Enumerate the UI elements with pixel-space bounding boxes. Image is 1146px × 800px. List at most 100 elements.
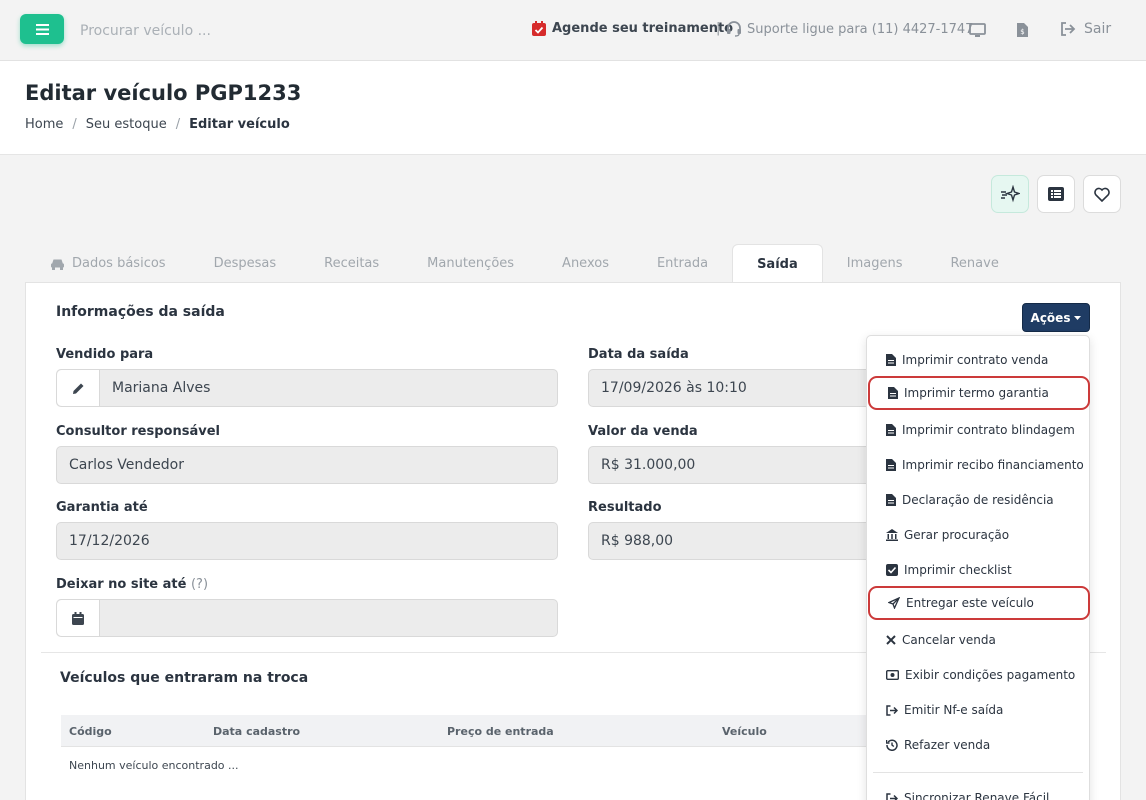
deixar-site-label: Deixar no site até (?): [56, 577, 208, 592]
menu-item-imprimir-recibo-financiamento[interactable]: Imprimir recibo financiamento: [868, 448, 1090, 482]
menu-item-imprimir-termo-garantia[interactable]: Imprimir termo garantia: [868, 376, 1090, 410]
tab-receitas[interactable]: Receitas: [300, 244, 403, 283]
trade-table-header: Código Data cadastro Preço de entrada Ve…: [61, 715, 881, 747]
tab-label: Dados básicos: [72, 256, 166, 271]
consultor-value: Carlos Vendedor: [69, 457, 184, 473]
acoes-label: Ações: [1030, 310, 1071, 325]
consultor-field[interactable]: Carlos Vendedor: [56, 446, 558, 484]
invoice-button[interactable]: $: [1013, 21, 1031, 39]
file-icon: [886, 424, 896, 436]
menu-item-label: Refazer venda: [904, 738, 991, 752]
page-title: Editar veículo PGP1233: [25, 81, 302, 105]
data-saida-field[interactable]: 17/09/2026 às 10:10: [588, 369, 888, 407]
menu-item-imprimir-checklist[interactable]: Imprimir checklist: [868, 553, 1090, 587]
menu-item-imprimir-contrato-blindagem[interactable]: Imprimir contrato blindagem: [868, 413, 1090, 447]
acoes-button[interactable]: Ações: [1022, 303, 1090, 332]
svg-text:$: $: [1020, 28, 1024, 36]
edit-buyer-button[interactable]: [57, 370, 100, 406]
tab-label: Anexos: [562, 256, 609, 271]
menu-item-entregar-veiculo[interactable]: Entregar este veículo: [868, 586, 1090, 620]
car-icon: [51, 259, 64, 270]
tab-dados-basicos[interactable]: Dados básicos: [26, 244, 190, 283]
menu-item-sincronizar-renave[interactable]: Sincronizar Renave Fácil: [868, 781, 1090, 800]
resultado-label: Resultado: [588, 500, 662, 515]
vendido-para-value: Mariana Alves: [112, 380, 211, 396]
valor-venda-label: Valor da venda: [588, 424, 698, 439]
menu-item-label: Emitir Nf-e saída: [904, 703, 1004, 717]
tab-label: Entrada: [656, 256, 709, 271]
tab-entrada[interactable]: Entrada: [633, 244, 732, 283]
menu-toggle-button[interactable]: [20, 14, 64, 44]
monitor-icon: [968, 22, 986, 37]
column-header-codigo[interactable]: Código: [69, 725, 112, 738]
schedule-training-link[interactable]: Agende seu treinamento: [532, 21, 733, 36]
paper-plane-icon: [888, 597, 900, 609]
sign-out-icon: [1061, 22, 1076, 36]
calendar-picker-button[interactable]: [57, 600, 100, 636]
caret-down-icon: [1074, 315, 1082, 320]
breadcrumb-separator: /: [175, 117, 181, 132]
calendar-icon: [72, 611, 84, 625]
tab-despesas[interactable]: Despesas: [190, 244, 301, 283]
logout-button[interactable]: Sair: [1060, 21, 1111, 37]
vehicle-search-input[interactable]: [80, 18, 340, 44]
column-header-veiculo[interactable]: Veículo: [722, 725, 767, 738]
file-icon: [886, 354, 896, 366]
garantia-field[interactable]: 17/12/2026: [56, 522, 558, 560]
menu-divider: [873, 772, 1083, 773]
tab-label: Manutenções: [427, 256, 515, 271]
headset-icon: [727, 21, 741, 37]
column-header-data-cadastro[interactable]: Data cadastro: [213, 725, 300, 738]
menu-item-declaracao-residencia[interactable]: Declaração de residência: [868, 483, 1090, 517]
deixar-site-label-text: Deixar no site até: [56, 577, 187, 592]
tab-renave[interactable]: Renave: [926, 244, 1022, 283]
trade-section-title: Veículos que entraram na troca: [60, 670, 309, 686]
menu-item-imprimir-contrato-venda[interactable]: Imprimir contrato venda: [868, 343, 1090, 377]
menu-item-label: Imprimir contrato blindagem: [902, 423, 1075, 437]
tab-imagens[interactable]: Imagens: [823, 244, 927, 283]
money-icon: [886, 670, 899, 680]
help-hint[interactable]: (?): [191, 577, 208, 592]
favorite-button[interactable]: [1083, 175, 1121, 213]
deixar-site-field[interactable]: [56, 599, 558, 637]
history-icon: [886, 739, 898, 751]
breadcrumb: Home / Seu estoque / Editar veículo: [25, 117, 290, 132]
tab-saida[interactable]: Saída: [732, 244, 823, 283]
ai-assistant-button[interactable]: [991, 175, 1029, 213]
hamburger-icon: [35, 23, 49, 35]
monitor-button[interactable]: [968, 21, 986, 39]
top-bar: Agende seu treinamento | Suporte ligue p…: [0, 0, 1146, 61]
valor-venda-field[interactable]: R$ 31.000,00: [588, 446, 888, 484]
consultor-label: Consultor responsável: [56, 424, 220, 439]
data-saida-value: 17/09/2026 às 10:10: [601, 380, 747, 396]
menu-item-refazer-venda[interactable]: Refazer venda: [868, 728, 1090, 762]
garantia-label: Garantia até: [56, 500, 148, 515]
vendido-para-field[interactable]: Mariana Alves: [56, 369, 558, 407]
breadcrumb-separator: /: [72, 117, 77, 132]
tab-label: Receitas: [324, 256, 380, 271]
menu-item-gerar-procuracao[interactable]: Gerar procuração: [868, 518, 1090, 552]
breadcrumb-stock[interactable]: Seu estoque: [86, 117, 167, 132]
menu-item-label: Exibir condições pagamento: [905, 668, 1076, 682]
acoes-dropdown-menu: Imprimir contrato venda Imprimir termo g…: [866, 335, 1090, 800]
training-label: Agende seu treinamento: [552, 21, 734, 36]
sync-icon: [886, 792, 898, 800]
breadcrumb-home[interactable]: Home: [25, 117, 63, 132]
column-header-preco-entrada[interactable]: Preço de entrada: [447, 725, 554, 738]
topbar-separator: |: [716, 21, 721, 36]
tab-manutencoes[interactable]: Manutenções: [403, 244, 538, 283]
invoice-icon: $: [1016, 23, 1028, 37]
menu-item-label: Imprimir termo garantia: [904, 386, 1049, 400]
file-icon: [886, 459, 896, 471]
menu-item-emitir-nfe-saida[interactable]: Emitir Nf-e saída: [868, 693, 1090, 727]
heart-icon: [1094, 187, 1110, 202]
list-button[interactable]: [1037, 175, 1075, 213]
garantia-value: 17/12/2026: [69, 533, 150, 549]
calendar-icon: [532, 21, 546, 36]
menu-item-label: Cancelar venda: [902, 633, 996, 647]
tab-anexos[interactable]: Anexos: [538, 244, 633, 283]
breadcrumb-current: Editar veículo: [189, 117, 290, 132]
menu-item-cancelar-venda[interactable]: Cancelar venda: [868, 623, 1090, 657]
menu-item-exibir-condicoes-pagamento[interactable]: Exibir condições pagamento: [868, 658, 1090, 692]
menu-item-label: Gerar procuração: [904, 528, 1010, 542]
